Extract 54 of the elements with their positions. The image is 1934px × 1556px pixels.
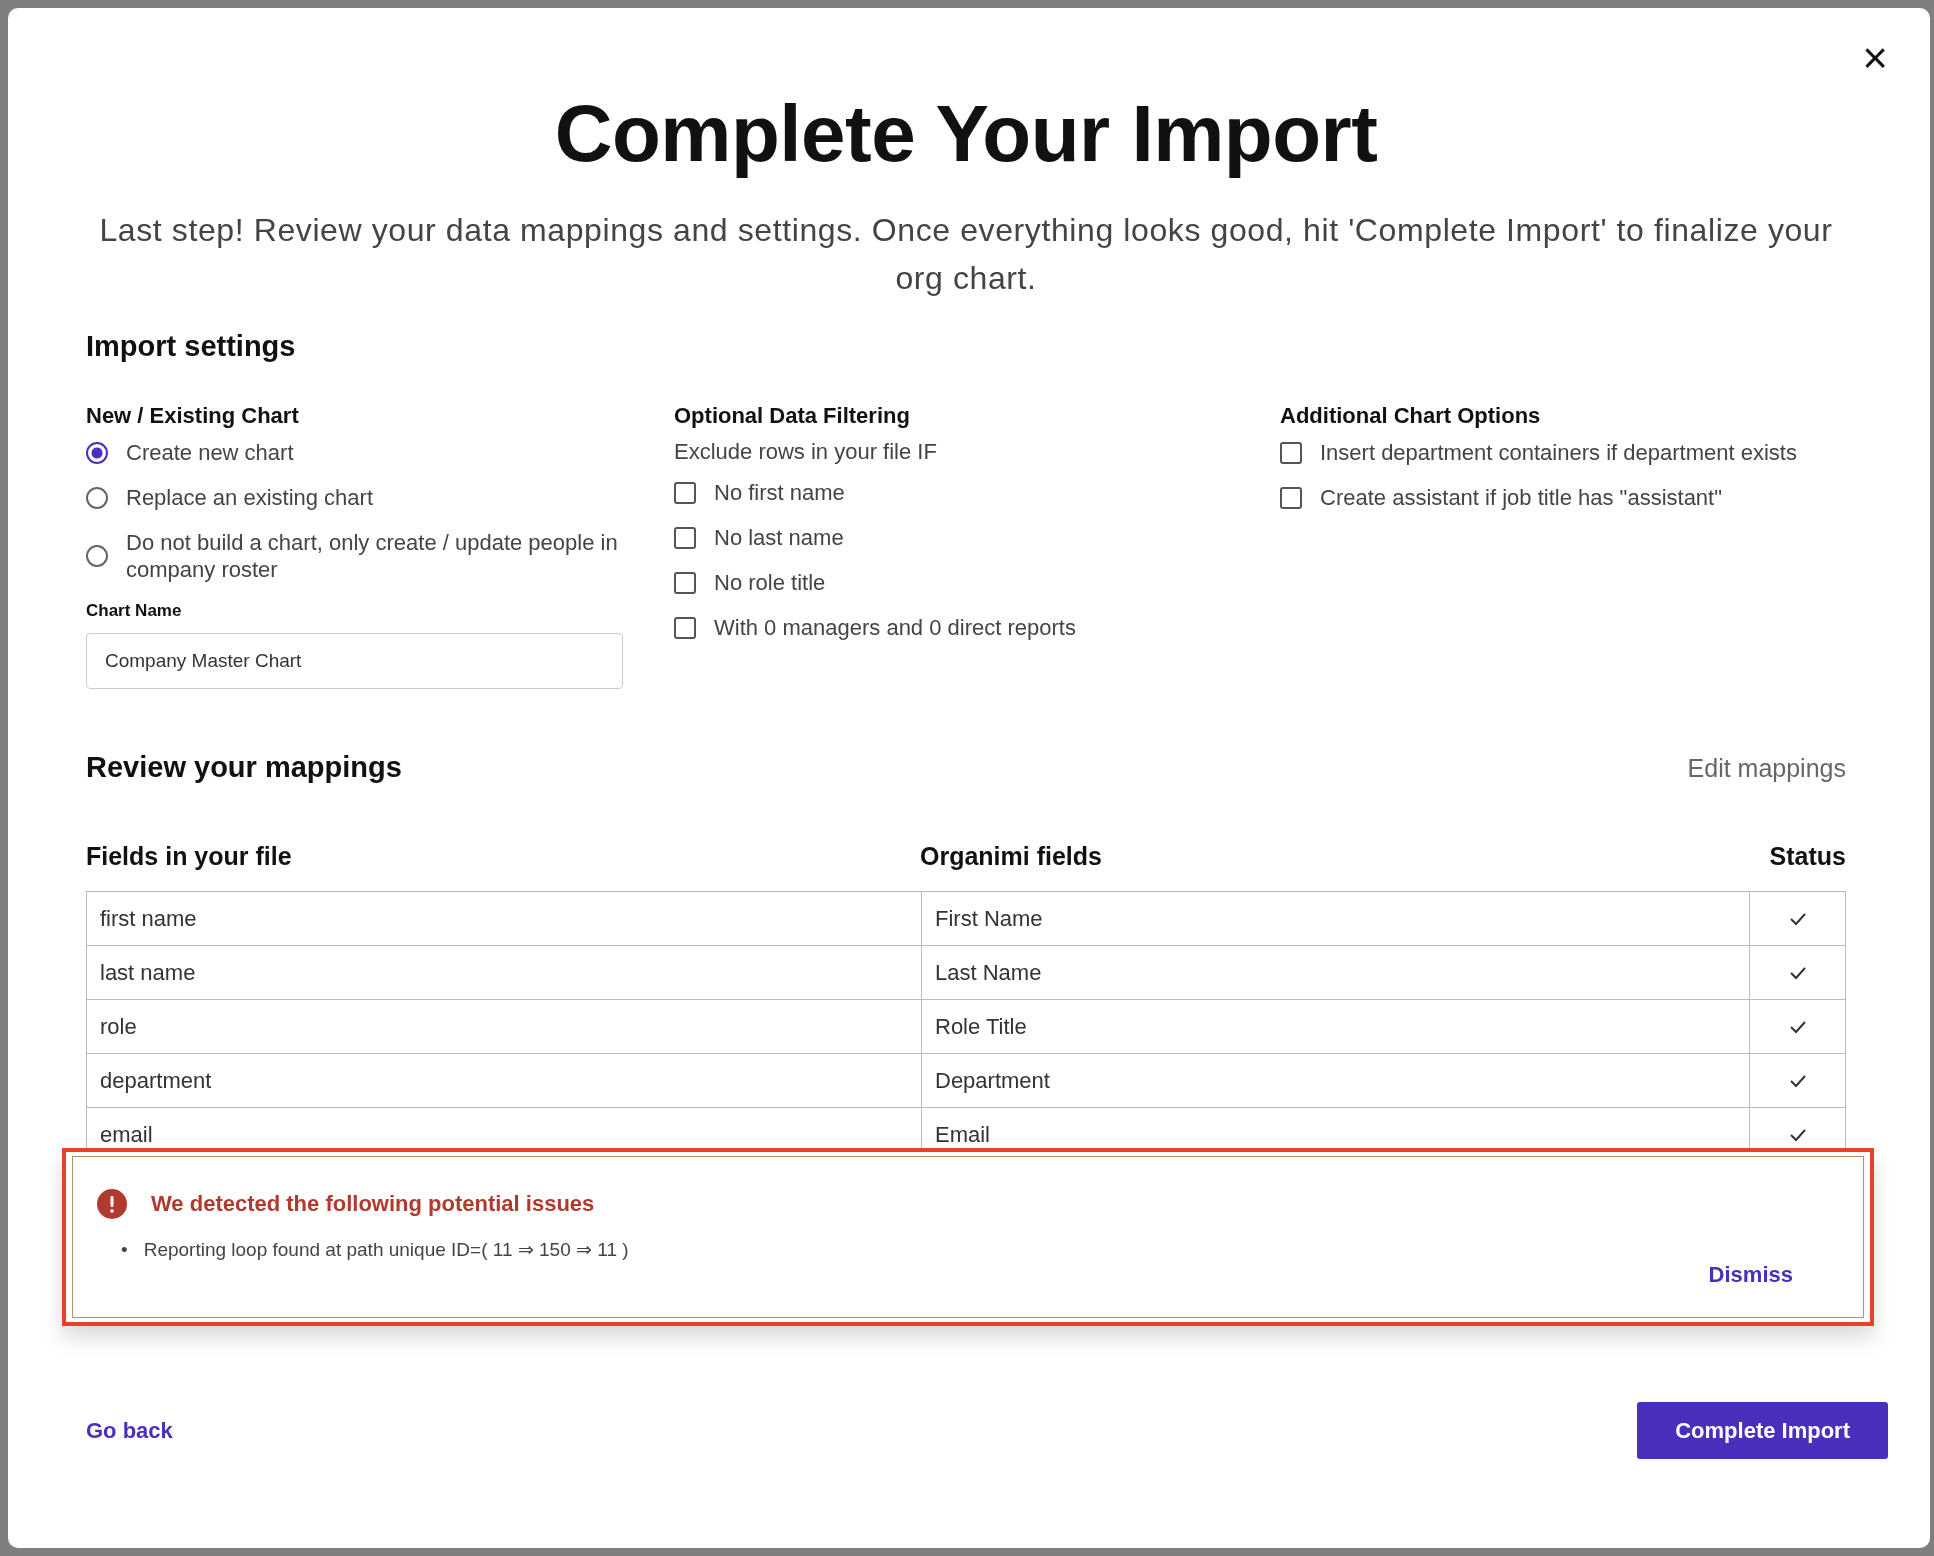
checkbox[interactable]	[674, 616, 696, 639]
group-heading: Additional Chart Options	[1280, 403, 1542, 429]
checkbox[interactable]	[674, 481, 696, 504]
radio-button[interactable]	[86, 486, 108, 509]
table-cell-text: last name	[99, 958, 197, 987]
checkbox[interactable]	[674, 571, 696, 594]
checkbox[interactable]	[674, 526, 696, 549]
radio-option[interactable]: Replace an existing chart	[86, 484, 656, 511]
dismiss-button[interactable]: Dismiss	[1702, 1261, 1799, 1289]
checkbox-label: With 0 managers and 0 direct reports	[714, 614, 1076, 641]
table-cell: Department	[921, 1054, 1749, 1107]
dialog-title: Complete Your Import	[553, 90, 1379, 178]
section-heading: Import settings	[86, 330, 297, 363]
checkbox-option[interactable]: No last name	[674, 524, 1262, 551]
section-heading: Review your mappings	[86, 751, 402, 784]
table-cell: First Name	[921, 892, 1749, 945]
group-heading: New / Existing Chart	[86, 403, 300, 429]
radio-label: Replace an existing chart	[126, 484, 374, 511]
checkbox-label: No last name	[714, 524, 844, 551]
filter-hint: Exclude rows in your file IF	[674, 439, 938, 465]
table-cell-text: email	[99, 1120, 154, 1149]
table-cell: Last Name	[921, 946, 1749, 999]
checkbox-label: Create assistant if job title has "assistant"	[1320, 484, 1723, 511]
chart-name-field[interactable]: Company Master Chart	[86, 633, 623, 689]
table-cell-text: department	[99, 1066, 213, 1095]
issue-item: Reporting loop found at path unique ID=( 11 ⇒ 150 ⇒ 11 )	[143, 1238, 629, 1262]
checkbox[interactable]	[1280, 486, 1302, 509]
column-header: Status	[1769, 842, 1846, 871]
issues-title: We detected the following potential issues	[151, 1191, 595, 1217]
checkbox-option[interactable]: No role title	[674, 569, 1262, 596]
checkbox-label: No first name	[714, 479, 845, 506]
table-cell: Role Title	[921, 1000, 1749, 1053]
checkbox[interactable]	[1280, 441, 1302, 464]
dialog-subtitle: Last step! Review your data mappings and settings. Once everything looks good, hit 'Complete Import' to finalize your org chart.	[98, 211, 1834, 298]
checkbox-option[interactable]: Create assistant if job title has "assistant"	[1280, 484, 1800, 511]
checkbox-label: No role title	[714, 569, 826, 596]
bullet-mark: •	[121, 1238, 128, 1262]
table-cell-text: role	[99, 1012, 138, 1041]
checkbox-option[interactable]: With 0 managers and 0 direct reports	[674, 614, 1262, 641]
radio-label: Create new chart	[126, 439, 294, 466]
column-header: Fields in your file	[86, 842, 293, 871]
close-button[interactable]: ×	[1858, 36, 1892, 80]
alert-icon	[97, 1189, 127, 1219]
group-heading: Optional Data Filtering	[674, 403, 911, 429]
checkbox-option[interactable]: No first name	[674, 479, 1262, 506]
radio-button[interactable]	[86, 441, 108, 464]
radio-button[interactable]	[86, 545, 108, 567]
edit-mappings-link[interactable]: Edit mappings	[1687, 754, 1846, 783]
complete-import-button[interactable]: Complete Import	[1637, 1402, 1888, 1459]
radio-option[interactable]: Create new chart	[86, 439, 656, 466]
column-header: Organimi fields	[920, 842, 1103, 871]
go-back-link[interactable]: Go back	[86, 1417, 173, 1444]
table-cell-text: first name	[99, 904, 198, 933]
field-label: Chart Name	[86, 601, 183, 621]
